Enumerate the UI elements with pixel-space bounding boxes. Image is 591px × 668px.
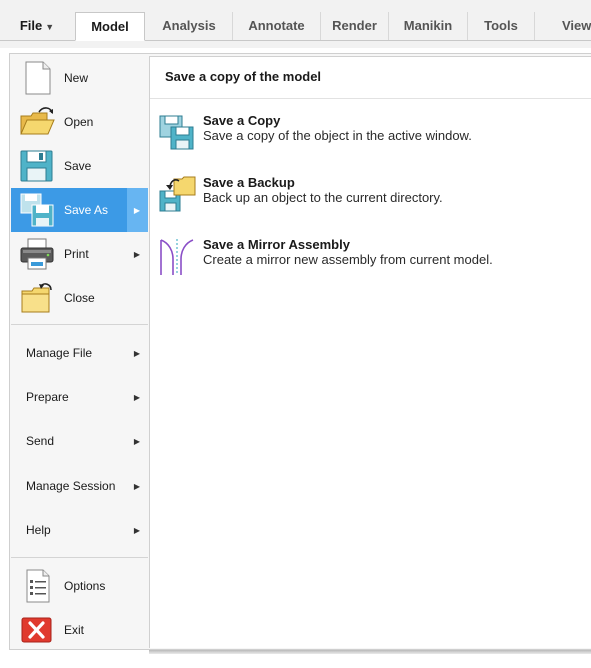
menu-item-close[interactable]: Close (11, 276, 148, 320)
open-folder-icon (20, 107, 55, 135)
menu-item-prepare-label: Prepare (26, 390, 69, 404)
menu-item-print[interactable]: Print ▶ (11, 232, 148, 276)
menu-item-save-label: Save (64, 159, 92, 173)
tab-manikin-label: Manikin (403, 18, 453, 33)
save-a-copy-title: Save a Copy (203, 113, 281, 128)
tab-model-label: Model (91, 19, 129, 34)
chevron-right-icon: ▶ (133, 436, 140, 446)
tab-manikin[interactable]: Manikin (389, 12, 468, 40)
save-a-backup-title: Save a Backup (203, 175, 295, 190)
menu-item-open-label: Open (64, 115, 94, 129)
save-a-copy-option[interactable]: Save a Copy Save a copy of the object in… (157, 113, 577, 153)
save-as-submenu-panel: Save a copy of the model Save a Copy Sav… (149, 56, 591, 648)
exit-icon (21, 617, 52, 643)
save-a-copy-description: Save a copy of the object in the active … (203, 128, 472, 143)
menu-item-options[interactable]: Options (11, 564, 148, 608)
menu-item-manage-file-label: Manage File (26, 346, 93, 360)
save-a-backup-description: Back up an object to the current directo… (203, 190, 443, 205)
chevron-right-icon: ▶ (133, 348, 140, 358)
submenu-title-divider (150, 98, 591, 99)
menu-item-close-label: Close (64, 291, 95, 305)
tab-annotate-label: Annotate (248, 18, 305, 33)
printer-icon (20, 238, 54, 270)
save-a-mirror-assembly-description: Create a mirror new assembly from curren… (203, 252, 493, 267)
options-list-icon (26, 569, 50, 603)
tab-render-label: Render (332, 18, 377, 33)
menu-item-manage-file[interactable]: Manage File ▶ (11, 331, 148, 375)
tab-model[interactable]: Model (75, 12, 145, 41)
tab-file[interactable]: File ▼ (9, 12, 65, 40)
menu-item-save-as[interactable]: Save As ▶ (11, 188, 148, 232)
save-a-backup-option[interactable]: Save a Backup Back up an object to the c… (157, 175, 577, 215)
tab-analysis[interactable]: Analysis (146, 12, 233, 40)
submenu-title: Save a copy of the model (165, 69, 322, 84)
tab-view-label: View (562, 18, 591, 33)
menu-item-print-label: Print (64, 247, 89, 261)
tab-annotate[interactable]: Annotate (233, 12, 321, 40)
tab-tools-label: Tools (484, 18, 518, 33)
menu-item-save-as-label: Save As (64, 203, 109, 217)
menu-item-help[interactable]: Help ▶ (11, 508, 148, 552)
menu-item-save[interactable]: Save (11, 144, 148, 188)
menu-item-manage-session[interactable]: Manage Session ▶ (11, 464, 148, 508)
ribbon-tab-bar: File ▼ Model Analysis Annotate Render Man… (0, 0, 591, 48)
menu-item-open[interactable]: Open (11, 100, 148, 144)
chevron-right-icon: ▶ (133, 392, 140, 402)
menu-item-new-label: New (64, 71, 89, 85)
save-a-mirror-assembly-option[interactable]: Save a Mirror Assembly Create a mirror n… (157, 237, 577, 293)
menu-item-manage-session-label: Manage Session (26, 479, 116, 493)
close-folder-icon (21, 283, 52, 313)
chevron-right-icon: ▶ (133, 525, 140, 535)
menu-divider (11, 557, 148, 558)
tab-render[interactable]: Render (321, 12, 389, 40)
save-copy-icon (159, 115, 194, 150)
chevron-down-icon: ▼ (45, 22, 55, 32)
menu-item-exit-label: Exit (64, 623, 85, 637)
tab-analysis-label: Analysis (162, 18, 216, 33)
menu-item-options-label: Options (64, 579, 106, 593)
save-icon (20, 150, 53, 182)
menu-item-help-label: Help (26, 523, 51, 537)
tab-tools[interactable]: Tools (468, 12, 535, 40)
save-a-mirror-assembly-title: Save a Mirror Assembly (203, 237, 350, 252)
new-document-icon (25, 61, 51, 95)
menu-item-exit[interactable]: Exit (11, 608, 148, 652)
menu-item-send-label: Send (26, 434, 55, 448)
chevron-right-icon: ▶ (133, 205, 140, 215)
menu-divider (11, 324, 148, 325)
tab-view[interactable]: View (535, 12, 591, 40)
menu-shadow (149, 650, 591, 654)
menu-item-new[interactable]: New (11, 56, 148, 100)
mirror-assembly-icon (160, 239, 194, 275)
chevron-right-icon: ▶ (133, 481, 140, 491)
menu-item-send[interactable]: Send ▶ (11, 419, 148, 463)
save-as-icon (20, 193, 54, 227)
save-backup-icon (159, 176, 196, 212)
chevron-right-icon: ▶ (133, 249, 140, 259)
tab-file-label: File (19, 18, 43, 33)
menu-item-prepare[interactable]: Prepare ▶ (11, 375, 148, 419)
